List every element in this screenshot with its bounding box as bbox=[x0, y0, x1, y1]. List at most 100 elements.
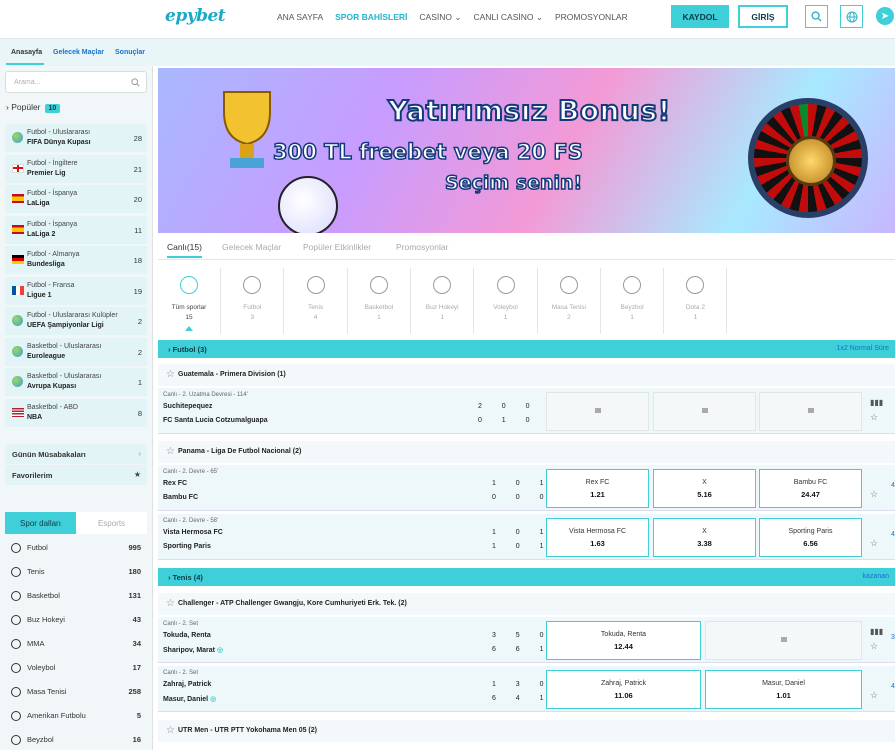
competition-name: LaLiga 2 bbox=[27, 230, 56, 238]
stats-icon[interactable]: ▮▮▮ bbox=[870, 627, 883, 636]
sport-item[interactable]: Masa Tenisi 258 bbox=[5, 680, 147, 704]
odd-button[interactable]: X 5.16 bbox=[653, 469, 756, 508]
sport-item[interactable]: Voleybol 17 bbox=[5, 656, 147, 680]
sport-filter-item[interactable]: Tenis 4 bbox=[285, 268, 348, 334]
match-row[interactable]: Canlı - 2. Set Tokuda, Renta Sharipov, M… bbox=[158, 617, 895, 663]
tab-upcoming-matches[interactable]: Gelecek Maçlar bbox=[222, 242, 281, 252]
sport-item[interactable]: Beyzbol 16 bbox=[5, 728, 147, 752]
sport-filter-item[interactable]: Masa Tenisi 2 bbox=[538, 268, 601, 334]
nav-promotions[interactable]: PROMOSYONLAR bbox=[555, 12, 628, 23]
sport-item[interactable]: MMA 34 bbox=[5, 632, 147, 656]
search-icon bbox=[811, 11, 822, 22]
league-header[interactable]: ☆ Panama - Liga De Futbol Nacional (2) bbox=[158, 441, 895, 463]
sidebar: Arama... › Popüler 10 Futbol - Uluslarara… bbox=[0, 66, 153, 750]
league-header[interactable]: ☆ Challenger - ATP Challenger Gwangju, Ko… bbox=[158, 593, 895, 615]
star-icon[interactable]: ☆ bbox=[166, 369, 175, 380]
star-icon[interactable]: ☆ bbox=[166, 725, 175, 736]
search-input[interactable]: Arama... bbox=[5, 71, 147, 93]
sidebar-competition-item[interactable]: Futbol - Almanya Bundesliga 18 bbox=[5, 246, 147, 274]
odd-button[interactable]: Zahraj, Patrick 11.06 bbox=[546, 670, 701, 709]
sport-filter-item[interactable]: Beyzbol 1 bbox=[601, 268, 665, 334]
favorites-link[interactable]: Favorilerim ★ bbox=[5, 465, 147, 485]
login-button[interactable]: GİRİŞ bbox=[738, 5, 788, 28]
sidebar-competition-item[interactable]: Basketbol - Uluslararası Avrupa Kupası 1 bbox=[5, 368, 147, 396]
nav-home[interactable]: ANA SAYFA bbox=[277, 12, 323, 23]
market-selector[interactable]: 1x2 Normal Süre bbox=[836, 345, 889, 352]
tab-sports[interactable]: Spor dalları bbox=[5, 512, 76, 534]
sidebar-competition-item[interactable]: Basketbol - ABD NBA 8 bbox=[5, 398, 147, 427]
odd-button[interactable]: Vista Hermosa FC 1.63 bbox=[546, 518, 649, 557]
star-icon[interactable]: ☆ bbox=[870, 412, 878, 423]
more-markets-link[interactable]: 3 bbox=[891, 634, 895, 641]
nav-sports[interactable]: SPOR BAHİSLERİ bbox=[335, 12, 407, 23]
tab-promotions[interactable]: Promosyonlar bbox=[396, 242, 448, 252]
sport-filter-item[interactable]: Tüm sporlar 15 bbox=[158, 268, 221, 334]
tab-esports[interactable]: Esports bbox=[76, 512, 147, 534]
odd-button[interactable]: Sporting Paris 6.56 bbox=[759, 518, 862, 557]
tab-results[interactable]: Sonuçlar bbox=[115, 49, 145, 56]
chevron-right-icon: › bbox=[168, 345, 171, 354]
odd-button[interactable]: Rex FC 1.21 bbox=[546, 469, 649, 508]
sidebar-competition-item[interactable]: Futbol - Fransa Ligue 1 19 bbox=[5, 276, 147, 305]
sidebar-competition-item[interactable]: Futbol - İngiltere Premier Lig 21 bbox=[5, 154, 147, 183]
category-football-title: Futbol (3) bbox=[172, 345, 207, 354]
more-markets-link[interactable]: 4 bbox=[891, 482, 895, 489]
star-icon[interactable]: ☆ bbox=[870, 538, 878, 549]
odd-button[interactable]: Bambu FC 24.47 bbox=[759, 469, 862, 508]
sport-filter-item[interactable]: Voleybol 1 bbox=[475, 268, 538, 334]
sport-filter-item[interactable]: Futbol 3 bbox=[221, 268, 285, 334]
league-header[interactable]: ☆ Guatemala - Primera Division (1) bbox=[158, 364, 895, 386]
sport-item[interactable]: Basketbol 131 bbox=[5, 584, 147, 608]
star-icon[interactable]: ☆ bbox=[870, 641, 878, 652]
match-row[interactable]: Canlı - 2. Devre - 58' Vista Hermosa FC … bbox=[158, 514, 895, 560]
market-selector[interactable]: kazanan bbox=[863, 573, 889, 580]
odd-label: Zahraj, Patrick bbox=[600, 680, 647, 687]
sidebar-competition-item[interactable]: Futbol - İspanya LaLiga 20 bbox=[5, 185, 147, 213]
sport-filter-item[interactable]: Buz Hokeyi 1 bbox=[411, 268, 475, 334]
sport-item[interactable]: Futbol 995 bbox=[5, 536, 147, 560]
sport-filter-name: Tenis bbox=[308, 304, 324, 311]
sidebar-competition-item[interactable]: Futbol - Uluslararası FIFA Dünya Kupası 28 bbox=[5, 124, 147, 152]
match-row[interactable]: Canlı - 2. Devre - 65' Rex FC Bambu FC 1… bbox=[158, 465, 895, 511]
search-icon bbox=[131, 78, 140, 87]
tab-live[interactable]: Canlı(15) bbox=[167, 242, 202, 258]
register-button[interactable]: KAYDOL bbox=[671, 5, 729, 28]
odd-button[interactable]: X 3.38 bbox=[653, 518, 756, 557]
more-markets-link[interactable]: 4 bbox=[891, 531, 895, 538]
odd-button[interactable]: Tokuda, Renta 12.44 bbox=[546, 621, 701, 660]
more-markets-link[interactable]: 4 bbox=[891, 683, 895, 690]
promo-banner[interactable]: Yatırımsız Bonus! 300 TL freebet veya 20… bbox=[158, 68, 895, 233]
help-button[interactable]: ➤ bbox=[876, 7, 894, 25]
sidebar-competition-item[interactable]: Basketbol - Uluslararası Euroleague 2 bbox=[5, 337, 147, 366]
sidebar-competition-item[interactable]: Futbol - İspanya LaLiga 2 11 bbox=[5, 215, 147, 244]
sport-filter-item[interactable]: Basketbol 1 bbox=[348, 268, 411, 334]
sidebar-competition-item[interactable]: Futbol - Uluslararası Kulüpler UEFA Şampi… bbox=[5, 307, 147, 335]
site-logo[interactable]: epybet bbox=[165, 6, 226, 26]
popular-header[interactable]: › Popüler 10 bbox=[6, 102, 61, 113]
star-icon[interactable]: ☆ bbox=[166, 446, 175, 457]
sport-item[interactable]: Tenis 180 bbox=[5, 560, 147, 584]
league-header[interactable]: ☆ UTR Men - UTR PTT Yokohama Men 05 (2) bbox=[158, 720, 895, 742]
tab-home[interactable]: Anasayfa bbox=[11, 49, 42, 56]
odd-button[interactable]: Masur, Daniel 1.01 bbox=[705, 670, 862, 709]
tab-upcoming[interactable]: Gelecek Maçlar bbox=[53, 49, 104, 56]
language-button[interactable] bbox=[840, 5, 863, 28]
nav-live-casino[interactable]: CANLI CASİNO ⌄ bbox=[474, 12, 544, 23]
stats-icon[interactable]: ▮▮▮ bbox=[870, 398, 883, 407]
sport-item[interactable]: Buz Hokeyi 43 bbox=[5, 608, 147, 632]
sport-filter-name: Tüm sporlar bbox=[171, 304, 207, 311]
match-row[interactable]: Canlı - 2. Set Zahraj, Patrick Masur, Da… bbox=[158, 666, 895, 712]
daily-matches-link[interactable]: Günün Müsabakaları › bbox=[5, 444, 147, 464]
star-icon[interactable]: ☆ bbox=[166, 598, 175, 609]
tab-popular-events[interactable]: Popüler Etkinlikler bbox=[303, 242, 371, 252]
sport-filter-item[interactable]: Dota 2 1 bbox=[664, 268, 728, 334]
sport-item[interactable]: Amerikan Futbolu 5 bbox=[5, 704, 147, 728]
nav-casino[interactable]: CASİNO ⌄ bbox=[419, 12, 461, 23]
search-button[interactable] bbox=[805, 5, 828, 28]
match-row[interactable]: Canlı - 2. Uzatma Devresi - 114' Suchite… bbox=[158, 388, 895, 434]
star-icon[interactable]: ☆ bbox=[870, 489, 878, 500]
star-icon[interactable]: ☆ bbox=[870, 690, 878, 701]
sport-count: 258 bbox=[128, 687, 141, 696]
category-tennis[interactable]: › Tenis (4) kazanan bbox=[158, 568, 895, 586]
category-football[interactable]: › Futbol (3) 1x2 Normal Süre bbox=[158, 340, 895, 358]
